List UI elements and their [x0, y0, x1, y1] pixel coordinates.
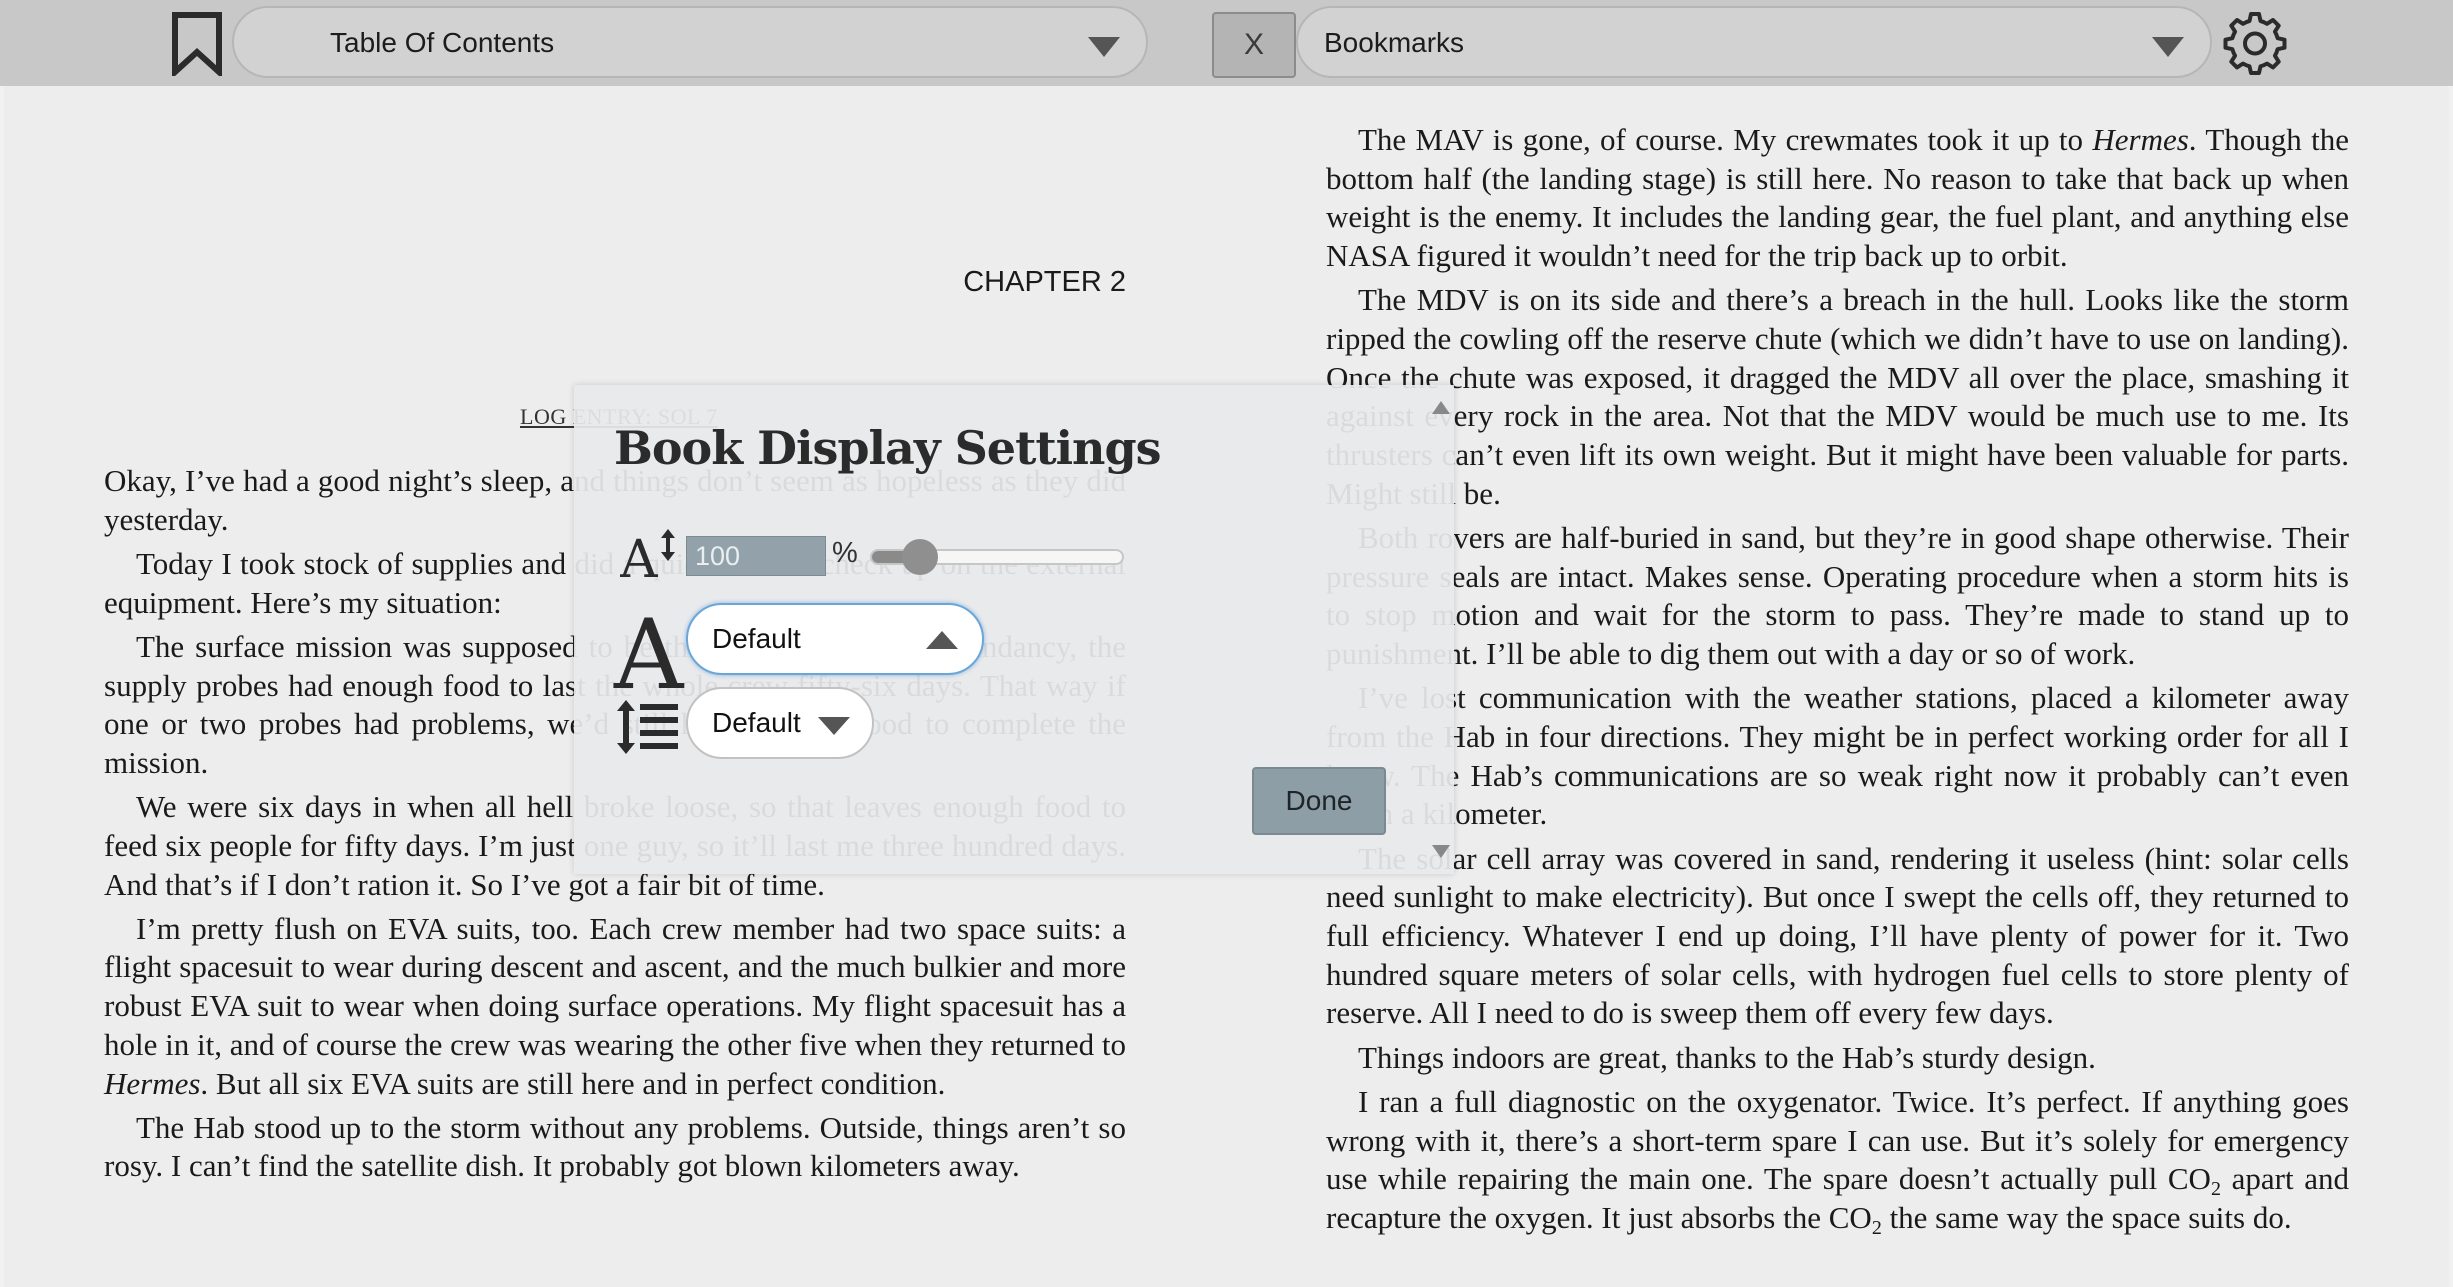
bookmarks-label: Bookmarks [1324, 27, 1465, 58]
slider-thumb[interactable] [901, 539, 938, 575]
chevron-down-icon [1088, 37, 1120, 57]
book-display-settings-dialog: Book Display Settings A 100 % A Default … [574, 385, 1454, 874]
paragraph: The MDV is on its side and there’s a bre… [1326, 282, 2349, 511]
right-page-text: The MAV is gone, of course. My crewmates… [1326, 121, 2349, 1243]
font-size-input[interactable]: 100 [686, 536, 826, 576]
paragraph: The solar cell array was covered in sand… [1326, 840, 2349, 1031]
font-family-value: Default [712, 623, 801, 654]
chevron-down-icon [818, 717, 850, 735]
line-height-value: Default [712, 707, 801, 738]
toc-label: Table Of Contents [330, 27, 555, 58]
font-family-icon: A [614, 599, 684, 711]
done-button[interactable]: Done [1252, 767, 1386, 835]
chevron-up-icon [926, 631, 958, 649]
gear-icon[interactable] [2222, 10, 2288, 76]
scroll-up-icon[interactable] [1432, 401, 1450, 414]
paragraph: I’ve lost communication with the weather… [1326, 680, 2349, 832]
paragraph: The MAV is gone, of course. My crewmates… [1326, 122, 2349, 274]
svg-text:A: A [620, 530, 659, 583]
paragraph: The Hab stood up to the storm without an… [104, 1109, 1126, 1184]
bookmarks-select[interactable]: Bookmarks [1296, 6, 2212, 78]
paragraph: Both rovers are half-buried in sand, but… [1326, 520, 2349, 672]
chapter-heading: CHAPTER 2 [963, 266, 1126, 298]
font-family-select[interactable]: Default [686, 603, 984, 675]
paragraph: I’m pretty flush on EVA suits, too. Each… [104, 910, 1126, 1101]
chevron-down-icon [2152, 37, 2184, 57]
close-button[interactable]: X [1212, 12, 1296, 78]
toolbar: Table Of Contents X Bookmarks [0, 0, 2453, 86]
dialog-title: Book Display Settings [614, 421, 1162, 475]
line-height-icon [617, 700, 678, 754]
paragraph: Things indoors are great, thanks to the … [1358, 1039, 2096, 1075]
italic-title: Hermes [2092, 122, 2189, 157]
italic-title: Hermes [104, 1065, 201, 1101]
line-height-select[interactable]: Default [686, 687, 874, 759]
bookmark-icon[interactable] [170, 12, 224, 76]
font-size-icon: A [620, 529, 675, 583]
scroll-down-icon[interactable] [1432, 845, 1450, 858]
percent-label: % [832, 537, 858, 569]
table-of-contents-select[interactable]: Table Of Contents [232, 6, 1148, 78]
font-size-slider[interactable] [870, 539, 1124, 575]
paragraph: I ran a full diagnostic on the oxygenato… [1326, 1083, 2349, 1239]
